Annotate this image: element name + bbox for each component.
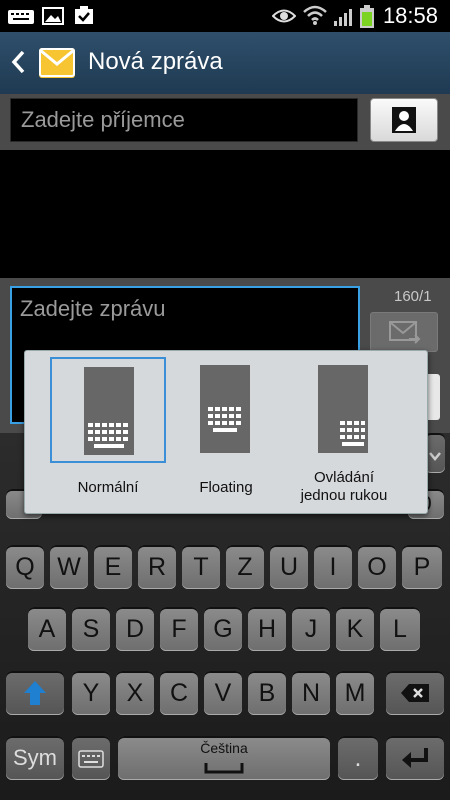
action-bar: Nová zpráva — [0, 32, 450, 94]
smart-stay-eye-icon — [271, 8, 297, 28]
clock: 18:58 — [382, 3, 438, 28]
key-n[interactable]: N — [292, 671, 330, 715]
mode-option-normal[interactable] — [50, 357, 166, 463]
back-icon[interactable] — [10, 50, 26, 78]
key-r[interactable]: R — [138, 545, 176, 589]
mode-option-floating[interactable] — [168, 357, 284, 463]
one-handed-keyboard-icon — [318, 365, 368, 453]
contact-icon — [392, 107, 416, 137]
backspace-icon — [401, 684, 429, 702]
mode-label-one-handed: Ovládání jednou rukou — [300, 469, 388, 504]
keyboard-notification-icon — [8, 9, 34, 28]
screen-title: Nová zpráva — [88, 48, 223, 75]
key-e[interactable]: E — [94, 545, 132, 589]
character-counter: 160/1 — [394, 288, 432, 305]
key-j[interactable]: J — [292, 607, 330, 651]
keyboard-settings-key[interactable] — [72, 736, 110, 780]
key-d[interactable]: D — [116, 607, 154, 651]
key-q[interactable]: Q — [6, 545, 44, 589]
key-a[interactable]: A — [28, 607, 66, 651]
key-o[interactable]: O — [358, 545, 396, 589]
keyboard-settings-icon — [78, 750, 104, 768]
key-l[interactable]: L — [380, 607, 420, 651]
shift-key[interactable] — [6, 671, 64, 715]
floating-keyboard-icon — [200, 365, 250, 453]
contact-picker-button[interactable] — [370, 98, 438, 142]
key-x[interactable]: X — [116, 671, 154, 715]
key-f[interactable]: F — [160, 607, 198, 651]
punctuation-key[interactable]: . — [338, 736, 378, 780]
battery-icon — [360, 5, 374, 33]
shift-arrow-icon — [24, 681, 46, 705]
mode-option-one-handed[interactable] — [286, 357, 402, 463]
key-h[interactable]: H — [248, 607, 286, 651]
key-p[interactable]: P — [402, 545, 442, 589]
space-bar-icon — [204, 763, 244, 774]
key-v[interactable]: V — [204, 671, 242, 715]
key-i[interactable]: I — [314, 545, 352, 589]
key-w[interactable]: W — [50, 545, 88, 589]
backspace-key[interactable] — [386, 671, 444, 715]
send-button[interactable] — [370, 312, 438, 352]
sym-key[interactable]: Sym — [6, 736, 64, 780]
key-g[interactable]: G — [204, 607, 242, 651]
messaging-app-icon — [38, 44, 76, 84]
normal-keyboard-icon — [84, 367, 134, 455]
enter-key[interactable] — [386, 736, 444, 780]
gallery-notification-icon — [42, 7, 64, 29]
key-k[interactable]: K — [336, 607, 374, 651]
recipient-row: Zadejte příjemce — [0, 94, 450, 150]
recipient-input[interactable]: Zadejte příjemce — [10, 98, 358, 142]
space-key[interactable]: Čeština — [118, 736, 330, 780]
send-envelope-icon — [389, 321, 421, 349]
key-b[interactable]: B — [248, 671, 286, 715]
wifi-icon — [302, 4, 328, 30]
key-s[interactable]: S — [72, 607, 110, 651]
enter-arrow-icon — [402, 748, 428, 768]
key-c[interactable]: C — [160, 671, 198, 715]
key-u[interactable]: U — [270, 545, 308, 589]
key-y[interactable]: Y — [72, 671, 110, 715]
signal-strength-icon — [334, 7, 354, 31]
key-m[interactable]: M — [336, 671, 374, 715]
keyboard-mode-popup: Normální Floating Ovládání jednou rukou — [24, 350, 428, 514]
key-z[interactable]: Z — [226, 545, 264, 589]
status-bar: 18:58 — [0, 0, 450, 32]
keyboard-collapse-chevron-icon[interactable] — [425, 433, 445, 473]
task-notification-icon — [74, 5, 94, 29]
key-t[interactable]: T — [182, 545, 220, 589]
